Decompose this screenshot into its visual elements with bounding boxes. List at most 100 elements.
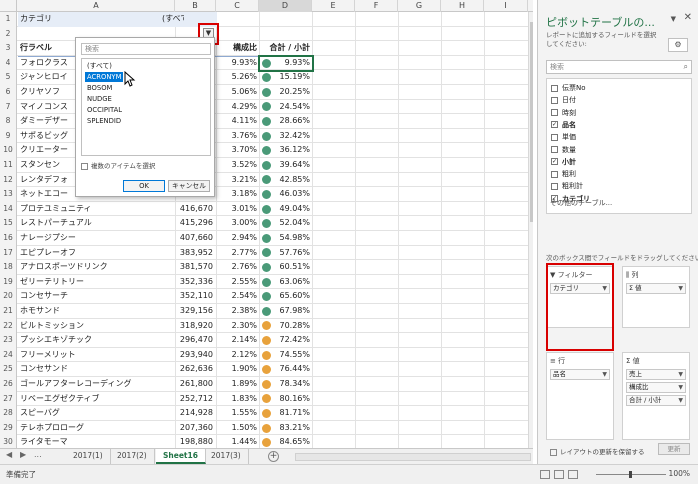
columns-area[interactable]: ⫼ 列 Σ 値 ▼	[622, 266, 690, 328]
field-item[interactable]: 単価	[551, 131, 576, 143]
field-item[interactable]: 粗利計	[551, 180, 583, 192]
cumulative-header[interactable]: 合計 / 小計	[259, 41, 312, 56]
column-header-b[interactable]: B	[175, 0, 216, 12]
value-cell[interactable]: 407,660	[175, 231, 215, 246]
ratio-cell[interactable]: 1.44%	[216, 435, 259, 448]
field-item[interactable]: ✓ 品名	[551, 119, 576, 131]
ratio-cell[interactable]: 2.54%	[216, 289, 259, 304]
tab-sheet16[interactable]: Sheet16	[156, 449, 206, 464]
row-number[interactable]: 22	[0, 318, 17, 334]
value-cell[interactable]: 296,470	[175, 333, 215, 348]
row-label-cell[interactable]: ゴールアフターレコーディング	[18, 377, 175, 392]
field-checkbox[interactable]	[551, 146, 558, 153]
field-checkbox[interactable]	[551, 170, 558, 178]
row-number[interactable]: 12	[0, 172, 17, 188]
row-number[interactable]: 16	[0, 231, 17, 246]
chevron-down-icon[interactable]: ▼	[678, 383, 683, 392]
field-checkbox[interactable]: ✓	[551, 121, 558, 129]
ratio-cell[interactable]: 3.52%	[216, 158, 259, 173]
value-cell[interactable]: 383,952	[175, 246, 215, 261]
field-checkbox[interactable]: ✓	[551, 158, 558, 166]
ratio-cell[interactable]: 2.38%	[216, 304, 259, 319]
ratio-cell[interactable]: 1.55%	[216, 406, 259, 421]
chevron-down-icon[interactable]: ▼	[678, 284, 683, 293]
ratio-cell[interactable]: 5.06%	[216, 85, 259, 100]
value-cell[interactable]: 262,636	[175, 362, 215, 377]
popup-item-selected[interactable]: ACRONYM	[85, 72, 124, 82]
row-label-cell[interactable]: ホモサンド	[18, 304, 175, 319]
field-item[interactable]: 伝票No	[551, 82, 586, 94]
field-item[interactable]: 数量	[551, 144, 576, 156]
row-number[interactable]: 5	[0, 70, 17, 85]
ratio-cell[interactable]: 3.01%	[216, 202, 259, 217]
popup-item[interactable]: OCCIPITAL	[85, 105, 124, 115]
value-cell[interactable]: 214,928	[175, 406, 215, 421]
value-cell[interactable]: 329,156	[175, 304, 215, 319]
field-checkbox[interactable]	[551, 84, 558, 92]
ratio-header[interactable]: 構成比	[216, 41, 259, 56]
column-header-g[interactable]: G	[398, 0, 441, 12]
ratio-cell[interactable]: 3.18%	[216, 187, 259, 202]
popup-item[interactable]: SPLENDID	[85, 116, 123, 126]
add-sheet-button[interactable]: +	[268, 451, 279, 462]
defer-layout-option[interactable]: レイアウトの更新を保留する	[550, 446, 645, 456]
value-cell[interactable]: 252,712	[175, 392, 215, 407]
row-number[interactable]: 15	[0, 216, 17, 231]
vertical-scroll-thumb[interactable]	[530, 22, 533, 222]
row-label-cell[interactable]: アナロスポーツドリンク	[18, 260, 175, 275]
ratio-cell[interactable]: 1.89%	[216, 377, 259, 392]
row-number[interactable]: 6	[0, 85, 17, 100]
more-tables-link[interactable]: その他のテーブル...	[550, 198, 612, 208]
tab-nav-ellipsis[interactable]: ...	[34, 450, 42, 459]
select-all-corner[interactable]	[0, 0, 17, 12]
ratio-cell[interactable]: 3.00%	[216, 216, 259, 231]
field-item[interactable]: 時刻	[551, 107, 576, 119]
ratio-cell[interactable]: 2.30%	[216, 319, 259, 334]
tab-2017-2[interactable]: 2017(2)	[110, 449, 155, 464]
row-number[interactable]: 3	[0, 41, 17, 56]
ratio-cell[interactable]: 1.90%	[216, 362, 259, 377]
column-header-f[interactable]: F	[355, 0, 398, 12]
ratio-cell[interactable]: 1.83%	[216, 392, 259, 407]
rows-area[interactable]: ≡ 行 品名 ▼	[546, 352, 614, 440]
tab-nav-right-icon[interactable]: ▶	[20, 450, 26, 459]
row-label-cell[interactable]: プロテユミュニティ	[18, 202, 175, 217]
page-layout-view-icon[interactable]	[554, 470, 564, 479]
row-number[interactable]: 23	[0, 333, 17, 348]
field-item[interactable]: ✓ 小計	[551, 156, 576, 168]
rows-area-item[interactable]: 品名 ▼	[550, 369, 610, 380]
ratio-cell[interactable]: 9.93%	[216, 56, 259, 71]
tab-2017-3[interactable]: 2017(3)	[204, 449, 249, 464]
values-area-item[interactable]: 合計 / 小計 ▼	[626, 395, 686, 406]
zoom-slider-handle[interactable]	[629, 471, 632, 478]
row-number[interactable]: 24	[0, 347, 17, 363]
row-number[interactable]: 7	[0, 99, 17, 115]
row-number[interactable]: 19	[0, 274, 17, 290]
field-checkbox[interactable]	[551, 96, 558, 104]
column-header-i[interactable]: I	[484, 0, 528, 12]
popup-item[interactable]: BOSOM	[85, 83, 114, 93]
ratio-cell[interactable]: 5.26%	[216, 70, 259, 85]
multi-select-checkbox[interactable]	[81, 162, 88, 170]
tab-2017-1[interactable]: 2017(1)	[66, 449, 111, 464]
cancel-button[interactable]: キャンセル	[168, 180, 210, 192]
column-header-e[interactable]: E	[312, 0, 355, 12]
chevron-down-icon[interactable]: ▼	[602, 370, 607, 379]
pane-search-input[interactable]: 検索 ⌕	[546, 60, 692, 74]
ratio-cell[interactable]: 2.14%	[216, 333, 259, 348]
row-number[interactable]: 13	[0, 187, 17, 202]
field-checkbox[interactable]	[551, 182, 558, 190]
row-number[interactable]: 20	[0, 289, 17, 304]
column-header-c[interactable]: C	[216, 0, 259, 12]
row-number[interactable]: 2	[0, 26, 17, 42]
column-header-d[interactable]: D	[259, 0, 312, 12]
ratio-cell[interactable]: 3.21%	[216, 173, 259, 188]
chevron-down-icon[interactable]: ▼	[678, 396, 683, 405]
row-label-cell[interactable]: リベーエグゼクティブ	[18, 392, 175, 407]
popup-item[interactable]: NUDGE	[85, 94, 114, 104]
row-number[interactable]: 14	[0, 201, 17, 217]
row-label-cell[interactable]: ゼリーテリトリー	[18, 275, 175, 290]
ok-button[interactable]: OK	[123, 180, 165, 192]
row-label-cell[interactable]: フリーメリット	[18, 348, 175, 363]
ratio-cell[interactable]: 3.76%	[216, 129, 259, 144]
